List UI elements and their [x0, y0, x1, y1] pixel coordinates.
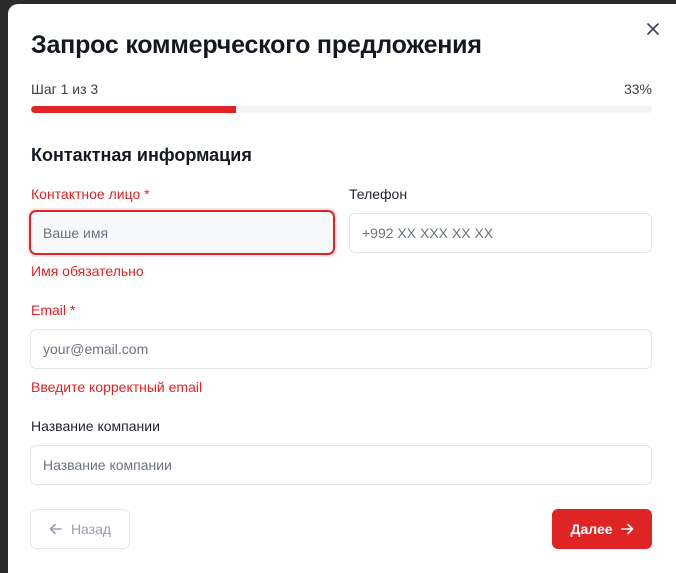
next-button[interactable]: Далее	[552, 509, 652, 549]
phone-input[interactable]	[349, 213, 652, 253]
quote-request-modal: Запрос коммерческого предложения Шаг 1 и…	[8, 4, 676, 573]
back-button[interactable]: Назад	[30, 509, 130, 549]
next-button-label: Далее	[570, 521, 613, 537]
company-input[interactable]	[30, 445, 652, 485]
email-label: Email *	[31, 302, 76, 318]
section-title: Контактная информация	[31, 145, 252, 165]
contact-person-error: Имя обязательно	[31, 263, 144, 279]
progress-bar	[31, 106, 652, 113]
email-error: Введите корректный email	[31, 379, 203, 395]
step-indicator: Шаг 1 из 3	[31, 81, 99, 97]
modal-title: Запрос коммерческого предложения	[31, 31, 482, 59]
phone-label: Телефон	[349, 186, 408, 202]
company-label: Название компании	[31, 418, 160, 434]
back-button-label: Назад	[70, 521, 112, 537]
progress-bar-fill	[31, 106, 236, 113]
arrow-left-icon	[49, 523, 62, 535]
contact-person-label: Контактное лицо *	[31, 186, 150, 202]
close-icon	[647, 23, 659, 35]
close-button[interactable]	[645, 21, 661, 37]
progress-percent: 33%	[623, 81, 652, 97]
email-input[interactable]	[30, 329, 652, 369]
arrow-right-icon	[620, 523, 633, 535]
contact-person-input[interactable]	[29, 210, 335, 255]
